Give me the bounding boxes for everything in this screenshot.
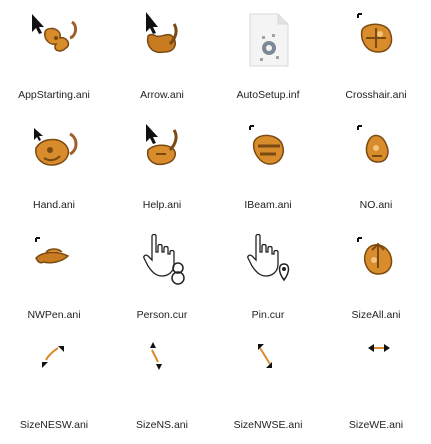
file-name: Hand.ani (32, 199, 76, 211)
file-item-sizewe[interactable]: SizeWE.ani (324, 330, 428, 434)
file-name: NO.ani (359, 199, 393, 211)
size-all-cursor-icon (344, 228, 408, 292)
crosshair-cursor-icon (344, 8, 408, 72)
size-we-cursor-icon (344, 338, 408, 402)
file-name: SizeNESW.ani (19, 419, 89, 431)
file-name: SizeWE.ani (348, 419, 404, 431)
file-name: IBeam.ani (244, 199, 292, 211)
pen-cursor-icon (22, 228, 86, 292)
no-cursor-icon (344, 118, 408, 182)
size-nwse-cursor-icon (236, 338, 300, 402)
setup-file-icon (236, 8, 300, 72)
file-item-sizeall[interactable]: SizeAll.ani (324, 220, 428, 324)
file-name: AppStarting.ani (18, 89, 90, 101)
arrow-cursor-icon (130, 8, 194, 72)
file-item-autosetup[interactable]: AutoSetup.inf (216, 0, 320, 104)
file-item-crosshair[interactable]: Crosshair.ani (324, 0, 428, 104)
person-cursor-icon (130, 228, 194, 292)
file-item-sizenwse[interactable]: SizeNWSE.ani (216, 330, 320, 434)
pin-cursor-icon (236, 228, 300, 292)
file-name: SizeNWSE.ani (233, 419, 303, 431)
file-item-appstarting[interactable]: AppStarting.ani (2, 0, 106, 104)
file-name: Help.ani (142, 199, 182, 211)
file-name: AutoSetup.inf (236, 89, 300, 101)
size-ns-cursor-icon (130, 338, 194, 402)
file-item-no[interactable]: NO.ani (324, 110, 428, 214)
file-name: SizeNS.ani (136, 419, 188, 431)
size-nesw-cursor-icon (22, 338, 86, 402)
file-item-sizenesw[interactable]: SizeNESW.ani (2, 330, 106, 434)
busy-arrow-cursor-icon (22, 8, 86, 72)
help-cursor-icon (130, 118, 194, 182)
file-item-arrow[interactable]: Arrow.ani (110, 0, 214, 104)
file-item-person[interactable]: Person.cur (110, 220, 214, 324)
file-name: Person.cur (136, 309, 188, 321)
file-item-ibeam[interactable]: IBeam.ani (216, 110, 320, 214)
file-name: Crosshair.ani (345, 89, 407, 101)
file-item-hand[interactable]: Hand.ani (2, 110, 106, 214)
file-name: Pin.cur (251, 309, 285, 321)
file-name: Arrow.ani (140, 89, 184, 101)
file-item-nwpen[interactable]: NWPen.ani (2, 220, 106, 324)
file-item-help[interactable]: Help.ani (110, 110, 214, 214)
file-name: SizeAll.ani (351, 309, 401, 321)
file-grid: AppStarting.ani Arrow.ani AutoSetup.inf … (0, 0, 431, 444)
ibeam-cursor-icon (236, 118, 300, 182)
hand-cursor-icon (22, 118, 86, 182)
file-name: NWPen.ani (27, 309, 81, 321)
file-item-sizens[interactable]: SizeNS.ani (110, 330, 214, 434)
file-item-pin[interactable]: Pin.cur (216, 220, 320, 324)
